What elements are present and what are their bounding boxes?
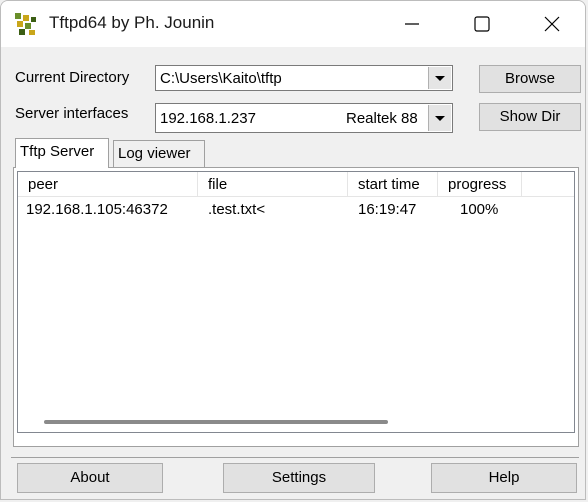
transfers-list-header: peer file start time progress bbox=[18, 172, 574, 197]
current-directory-dropdown-button[interactable] bbox=[428, 67, 451, 89]
current-directory-value: C:\Users\Kaito\tftp bbox=[160, 70, 282, 87]
title-bar[interactable]: Tftpd64 by Ph. Jounin bbox=[1, 1, 585, 47]
settings-button-label: Settings bbox=[271, 469, 327, 486]
tftpd-app-icon bbox=[15, 13, 36, 35]
browse-button-label: Browse bbox=[504, 70, 556, 87]
tab-tftp-server[interactable]: Tftp Server bbox=[15, 138, 109, 168]
server-interfaces-combo[interactable]: 192.168.1.237 Realtek 88 bbox=[155, 103, 453, 133]
chevron-down-icon bbox=[435, 116, 445, 121]
server-interfaces-label: Server interfaces bbox=[15, 105, 129, 122]
tab-log-viewer-label: Log viewer bbox=[118, 145, 191, 162]
horizontal-scrollbar[interactable] bbox=[44, 420, 388, 424]
show-dir-button[interactable]: Show Dir bbox=[479, 103, 581, 131]
show-dir-button-label: Show Dir bbox=[499, 108, 561, 125]
column-header-peer[interactable]: peer bbox=[18, 172, 198, 196]
close-icon[interactable] bbox=[529, 1, 575, 47]
column-header-file[interactable]: file bbox=[198, 172, 348, 196]
maximize-icon[interactable] bbox=[459, 1, 505, 47]
settings-button[interactable]: Settings bbox=[223, 463, 375, 493]
transfers-list[interactable]: peer file start time progress 192.168.1.… bbox=[17, 171, 575, 433]
divider bbox=[11, 457, 579, 458]
server-interface-ip: 192.168.1.237 bbox=[160, 110, 256, 127]
app-window: Tftpd64 by Ph. Jounin Current Directory … bbox=[0, 0, 586, 500]
about-button[interactable]: About bbox=[17, 463, 163, 493]
cell-peer: 192.168.1.105:46372 bbox=[26, 201, 168, 218]
about-button-label: About bbox=[70, 469, 110, 486]
window-title: Tftpd64 by Ph. Jounin bbox=[49, 13, 215, 32]
minimize-icon[interactable] bbox=[389, 1, 435, 47]
tab-log-viewer[interactable]: Log viewer bbox=[113, 140, 205, 168]
help-button-label: Help bbox=[488, 469, 520, 486]
column-header-progress[interactable]: progress bbox=[438, 172, 522, 196]
tab-tftp-server-label: Tftp Server bbox=[20, 143, 95, 160]
current-directory-label: Current Directory bbox=[15, 69, 130, 86]
column-header-start-time[interactable]: start time bbox=[348, 172, 438, 196]
cell-start-time: 16:19:47 bbox=[358, 201, 417, 218]
current-directory-combo[interactable]: C:\Users\Kaito\tftp bbox=[155, 65, 453, 91]
server-interfaces-dropdown-button[interactable] bbox=[428, 105, 451, 131]
help-button[interactable]: Help bbox=[431, 463, 577, 493]
cell-progress: 100% bbox=[460, 201, 499, 218]
server-interface-adapter: Realtek 88 bbox=[346, 110, 418, 127]
table-row[interactable]: 192.168.1.105:46372 .test.txt< 16:19:47 … bbox=[18, 198, 574, 220]
cell-file: .test.txt< bbox=[208, 201, 266, 218]
browse-button[interactable]: Browse bbox=[479, 65, 581, 93]
chevron-down-icon bbox=[435, 76, 445, 81]
